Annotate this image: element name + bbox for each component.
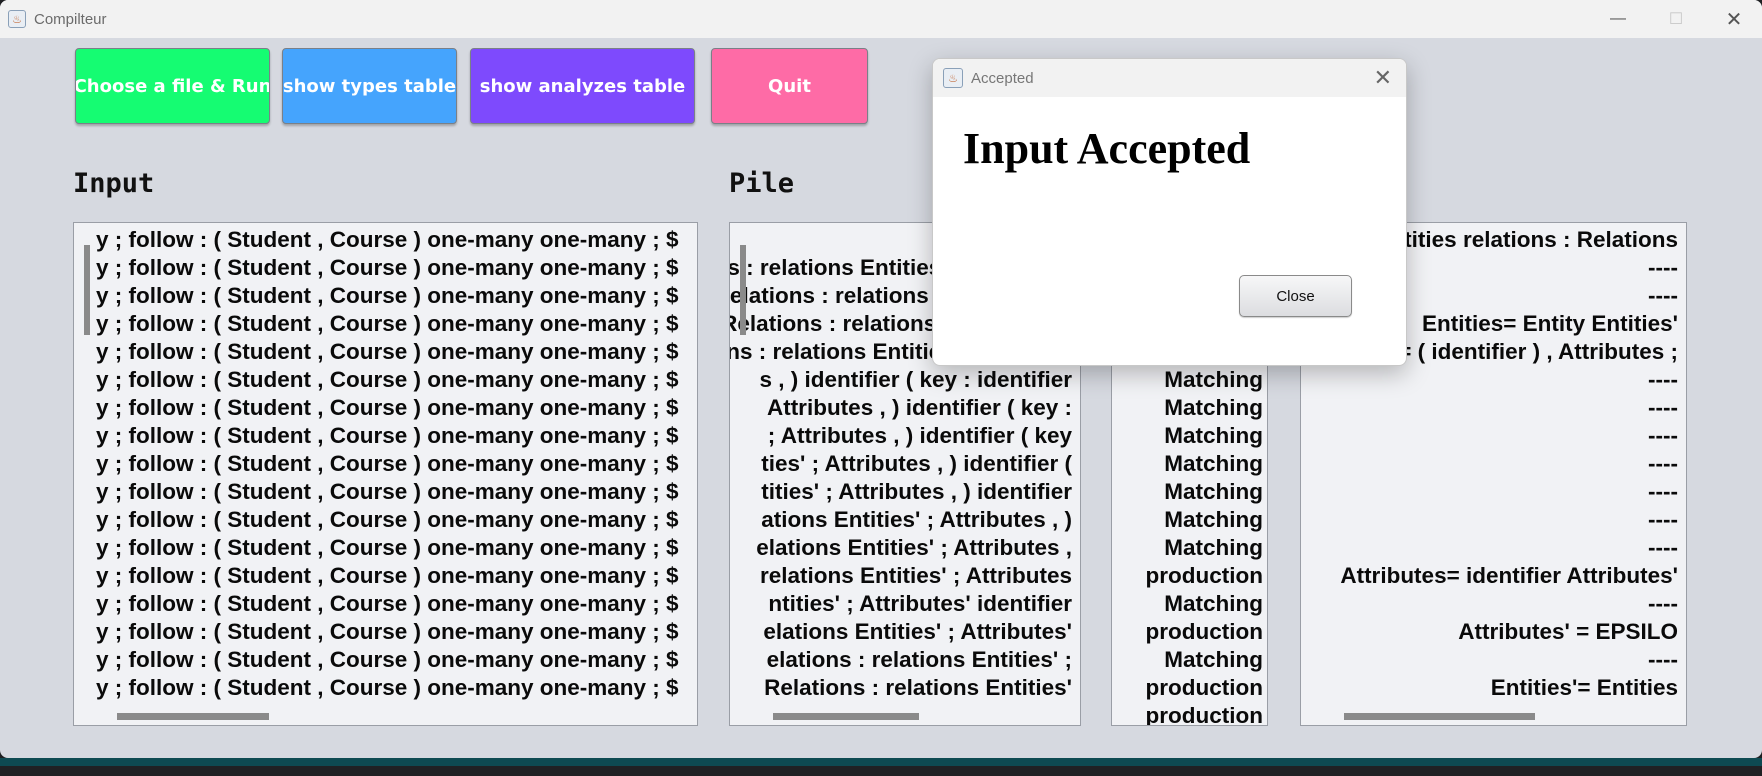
text-line: y ; follow : ( Student , Course ) one-ma… xyxy=(96,227,679,252)
text-line: y ; follow : ( Student , Course ) one-ma… xyxy=(96,647,679,672)
text-line: Matching xyxy=(1164,535,1263,560)
text-line: ---- xyxy=(1648,507,1678,532)
text-line: Matching xyxy=(1164,423,1263,448)
text-line: production xyxy=(1145,703,1263,726)
minimize-button[interactable]: — xyxy=(1590,0,1646,38)
text-line: ntities' ; Attributes' identifier xyxy=(768,591,1072,616)
text-line: y ; follow : ( Student , Course ) one-ma… xyxy=(96,675,679,700)
text-line: relations Entities' ; Attributes xyxy=(759,563,1072,588)
text-line: ---- xyxy=(1648,451,1678,476)
text-line: ---- xyxy=(1648,591,1678,616)
text-line: Attributes , ) identifier ( key : xyxy=(766,395,1072,420)
text-line: Matching xyxy=(1164,647,1263,672)
text-line: ---- xyxy=(1648,647,1678,672)
maximize-button[interactable]: ☐ xyxy=(1648,0,1704,38)
close-window-button[interactable]: ✕ xyxy=(1706,0,1762,38)
text-line: y ; follow : ( Student , Course ) one-ma… xyxy=(96,367,679,392)
text-line: elations Entities' ; Attributes' xyxy=(763,619,1072,644)
text-line: production xyxy=(1145,563,1263,588)
pile-horizontal-scrollbar[interactable] xyxy=(773,713,919,720)
text-line: y ; follow : ( Student , Course ) one-ma… xyxy=(96,507,679,532)
text-line: s , ) identifier ( key : identifier xyxy=(759,367,1072,392)
text-line: y ; follow : ( Student , Course ) one-ma… xyxy=(96,423,679,448)
taskbar-accent-strip xyxy=(0,758,1762,766)
window-title: Compilteur xyxy=(34,10,107,28)
text-line: ties' ; Attributes , ) identifier ( xyxy=(761,451,1072,476)
text-line: Matching xyxy=(1164,451,1263,476)
show-analyzes-table-button[interactable]: show analyzes table xyxy=(470,48,695,124)
text-line: ---- xyxy=(1648,479,1678,504)
text-line: y ; follow : ( Student , Course ) one-ma… xyxy=(96,619,679,644)
input-text-area[interactable]: y ; follow : ( Student , Course ) one-ma… xyxy=(73,222,698,726)
quit-button[interactable]: Quit xyxy=(711,48,868,124)
text-line: y ; follow : ( Student , Course ) one-ma… xyxy=(96,255,679,280)
choose-file-run-button[interactable]: Choose a file & Run xyxy=(75,48,270,124)
text-line: tities' ; Attributes , ) identifier xyxy=(761,479,1072,504)
text-line: Entities'= Entities xyxy=(1490,675,1678,700)
production-horizontal-scrollbar[interactable] xyxy=(1344,713,1535,720)
main-window: ♨ Compilteur — ☐ ✕ Choose a file & Run s… xyxy=(0,0,1762,758)
text-line: elations Entities' ; Attributes , xyxy=(756,535,1072,560)
text-line: production xyxy=(1145,619,1263,644)
text-line: elations : relations Entities' ; xyxy=(766,647,1072,672)
dialog-title-bar: ♨ Accepted ✕ xyxy=(933,59,1406,97)
pile-section-label: Pile xyxy=(729,168,795,199)
text-line: Attributes= identifier Attributes' xyxy=(1340,563,1678,588)
java-app-icon: ♨ xyxy=(943,68,963,88)
text-line: y ; follow : ( Student , Course ) one-ma… xyxy=(96,283,679,308)
text-line: y ; follow : ( Student , Course ) one-ma… xyxy=(96,339,679,364)
text-line: ---- xyxy=(1648,535,1678,560)
text-line: Matching xyxy=(1164,479,1263,504)
pile-vertical-scrollbar[interactable] xyxy=(740,245,746,335)
dialog-message: Input Accepted xyxy=(963,124,1251,173)
input-lines: y ; follow : ( Student , Course ) one-ma… xyxy=(96,226,679,702)
input-horizontal-scrollbar[interactable] xyxy=(117,713,269,720)
text-line: y ; follow : ( Student , Course ) one-ma… xyxy=(96,311,679,336)
dialog-close-icon[interactable]: ✕ xyxy=(1374,65,1392,91)
text-line: Matching xyxy=(1164,507,1263,532)
text-line: y ; follow : ( Student , Course ) one-ma… xyxy=(96,535,679,560)
taskbar xyxy=(0,766,1762,776)
dialog-title: Accepted xyxy=(971,69,1034,87)
input-vertical-scrollbar[interactable] xyxy=(84,245,90,335)
input-section-label: Input xyxy=(73,168,155,199)
text-line: Attributes' = EPSILO xyxy=(1458,619,1678,644)
text-line: y ; follow : ( Student , Course ) one-ma… xyxy=(96,479,679,504)
dialog-close-button[interactable]: Close xyxy=(1239,275,1352,317)
text-line: y ; follow : ( Student , Course ) one-ma… xyxy=(96,451,679,476)
text-line: y ; follow : ( Student , Course ) one-ma… xyxy=(96,591,679,616)
text-line: ---- xyxy=(1648,367,1678,392)
text-line: y ; follow : ( Student , Course ) one-ma… xyxy=(96,563,679,588)
text-line: Matching xyxy=(1164,367,1263,392)
text-line: ations Entities' ; Attributes , ) xyxy=(761,507,1072,532)
text-line: Matching xyxy=(1164,395,1263,420)
accepted-dialog: ♨ Accepted ✕ Input Accepted Close xyxy=(932,58,1407,366)
text-line: ---- xyxy=(1648,395,1678,420)
text-line: Relations : relations Entities' xyxy=(764,675,1072,700)
title-bar: ♨ Compilteur — ☐ ✕ xyxy=(0,0,1762,38)
java-app-icon: ♨ xyxy=(8,10,26,28)
text-line: ---- xyxy=(1648,423,1678,448)
show-types-table-button[interactable]: show types table xyxy=(282,48,457,124)
text-line: ; Attributes , ) identifier ( key xyxy=(767,423,1072,448)
text-line: y ; follow : ( Student , Course ) one-ma… xyxy=(96,395,679,420)
text-line: Matching xyxy=(1164,591,1263,616)
text-line: production xyxy=(1145,675,1263,700)
